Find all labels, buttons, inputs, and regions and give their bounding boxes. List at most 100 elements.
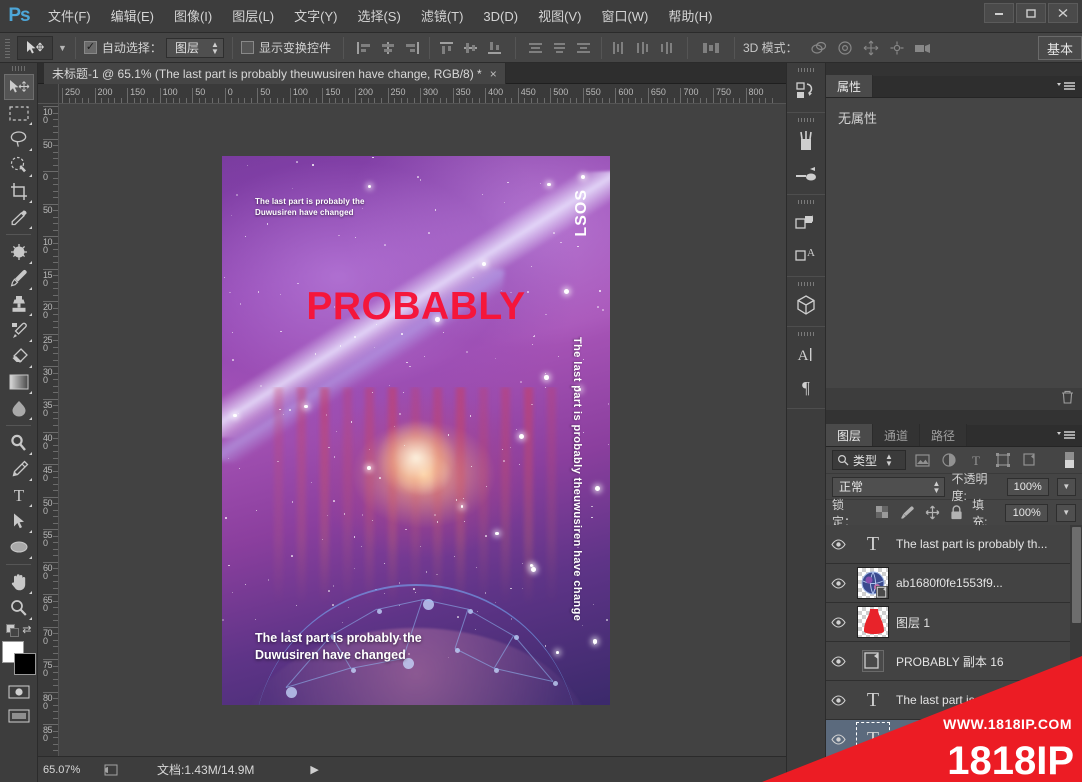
layers-scrollbar[interactable]: ▲ [1070,525,1082,768]
background-color-swatch[interactable] [13,653,36,675]
ellipse-shape-tool[interactable] [4,534,34,560]
filter-adjustment-layers-icon[interactable] [938,450,960,470]
slide-3d-object-icon[interactable] [884,37,910,59]
maximize-button[interactable] [1016,3,1046,23]
layer-row[interactable]: 图层 1 [826,603,1082,642]
history-brush-tool[interactable] [4,317,34,343]
character-settings-icon[interactable]: A [791,340,821,370]
path-selection-tool[interactable] [4,508,34,534]
menu-edit[interactable]: 编辑(E) [101,0,164,33]
ruler-corner[interactable] [38,84,59,104]
fill-value[interactable]: 100% [1005,503,1049,522]
status-menu-arrow-icon[interactable]: ▶ [310,763,318,776]
workspace-switcher-button[interactable]: 基本 [1037,36,1082,60]
layer-visibility-eye-icon[interactable] [826,564,850,603]
layer-visibility-eye-icon[interactable] [826,525,850,564]
dodge-tool[interactable] [4,430,34,456]
menu-layer[interactable]: 图层(L) [222,0,284,33]
layer-row[interactable]: PROBABLY 副本 16 [826,642,1082,681]
horizontal-ruler[interactable]: 250 200 150 100 50 0 50 100 150 200 250 300 350 400 45… [59,84,786,104]
layers-panel-menu-icon[interactable] [1056,430,1076,441]
fill-dropdown-arrow-icon[interactable]: ▼ [1056,503,1077,522]
layer-thumbnail[interactable]: T [850,720,896,759]
rotate-3d-object-icon[interactable] [806,37,832,59]
menu-3d[interactable]: 3D(D) [473,0,528,33]
lasso-tool[interactable] [4,126,34,152]
zoom-level-field[interactable]: 65.07% [43,761,101,779]
pan-3d-object-icon[interactable] [858,37,884,59]
document-close-icon[interactable]: × [490,67,497,81]
character-panel-icon[interactable]: A [791,240,821,270]
spot-healing-brush-tool[interactable] [4,239,34,265]
brush-presets-panel-icon[interactable] [791,126,821,156]
options-bar-grip[interactable] [3,36,13,59]
screen-mode-button[interactable] [4,705,34,727]
opacity-dropdown-arrow-icon[interactable]: ▼ [1056,477,1076,496]
vertical-ruler[interactable]: 100 50 0 50 100 150 200 250 300 350 400 450 500 550 60… [38,104,59,756]
gradient-tool[interactable] [4,369,34,395]
layers-list[interactable]: T The last part is probably th... ab1680f0… [826,525,1082,768]
layer-thumbnail[interactable] [850,642,896,681]
lock-transparent-pixels-icon[interactable] [873,503,892,523]
layer-row[interactable]: T The last part is probably th... [826,681,1082,720]
layer-thumbnail[interactable]: T [850,681,896,720]
scale-3d-camera-icon[interactable] [910,37,936,59]
layer-thumbnail[interactable]: T [850,525,896,564]
hand-tool[interactable] [4,569,34,595]
dock-group-grip-3[interactable] [787,197,825,206]
distribute-left-edges-icon[interactable] [607,37,631,59]
blur-tool[interactable] [4,395,34,421]
dock-group-grip-2[interactable] [787,115,825,124]
show-transform-checkbox[interactable]: ✓ [240,41,254,54]
zoom-tool[interactable] [4,595,34,621]
layers-scroll-thumb[interactable] [1072,527,1081,623]
eraser-tool[interactable] [4,343,34,369]
rectangular-marquee-tool[interactable] [4,100,34,126]
layer-thumbnail[interactable] [850,603,896,642]
pen-tool[interactable] [4,456,34,482]
tab-channels[interactable]: 通道 [873,424,921,446]
blend-mode-dropdown[interactable]: 正常 ▲ ▼ [832,476,946,497]
align-horizontal-centers-icon[interactable] [376,37,400,59]
opacity-value[interactable]: 100% [1006,477,1049,496]
crop-tool[interactable] [4,178,34,204]
move-tool[interactable] [3,74,34,100]
layer-row[interactable]: T The last part is probably th... [826,720,1082,759]
menu-window[interactable]: 窗口(W) [591,0,658,33]
tab-properties[interactable]: 属性 [826,75,874,97]
horizontal-type-tool[interactable]: T [4,482,34,508]
auto-select-scope-dropdown[interactable]: 图层 ▲ ▼ [165,37,224,58]
lock-image-pixels-icon[interactable] [898,503,917,523]
minimize-button[interactable] [984,3,1014,23]
clone-stamp-tool[interactable] [4,291,34,317]
paragraph-settings-icon[interactable]: ¶ [791,372,821,402]
distribute-bottom-edges-icon[interactable] [572,37,596,59]
layer-filter-type-dropdown[interactable]: 类型 ▲ ▼ [832,450,906,470]
roll-3d-object-icon[interactable] [832,37,858,59]
align-bottom-edges-icon[interactable] [483,37,507,59]
menu-help[interactable]: 帮助(H) [658,0,722,33]
tools-panel-grip[interactable] [0,63,37,74]
3d-panel-icon[interactable] [791,290,821,320]
layer-row[interactable]: ab1680f0fe1553f9... [826,564,1082,603]
menu-select[interactable]: 选择(S) [347,0,410,33]
layer-visibility-eye-icon[interactable] [826,720,850,759]
distribute-top-edges-icon[interactable] [524,37,548,59]
layer-visibility-eye-icon[interactable] [826,642,850,681]
lock-position-icon[interactable] [923,503,942,523]
layer-row[interactable]: T The last part is probably th... [826,525,1082,564]
align-vertical-centers-icon[interactable] [459,37,483,59]
tab-paths[interactable]: 路径 [920,424,968,446]
artwork-canvas[interactable]: The last part is probably the Duwusiren … [222,156,610,705]
layer-visibility-eye-icon[interactable] [826,681,850,720]
dock-group-grip-1[interactable] [787,65,825,74]
clone-source-panel-icon[interactable] [791,208,821,238]
menu-image[interactable]: 图像(I) [164,0,222,33]
delete-properties-icon[interactable] [1061,390,1074,409]
quick-selection-tool[interactable] [4,152,34,178]
dock-group-grip-5[interactable] [787,329,825,338]
align-top-edges-icon[interactable] [435,37,459,59]
menu-type[interactable]: 文字(Y) [284,0,347,33]
tool-preset-caret-icon[interactable]: ▼ [58,43,67,53]
quick-mask-toggle[interactable] [4,681,34,703]
